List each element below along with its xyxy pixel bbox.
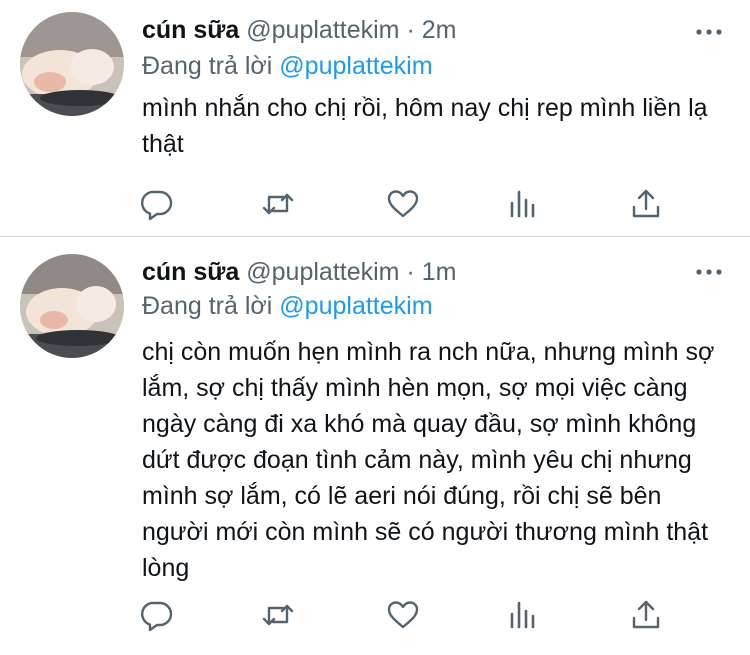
tweet[interactable]: cún sữa @puplattekim · 1m Đang trả lời @… bbox=[0, 237, 750, 655]
stats-button[interactable] bbox=[507, 598, 541, 632]
retweet-icon bbox=[262, 193, 294, 215]
reply-bubble-icon bbox=[141, 190, 173, 221]
reply-button[interactable] bbox=[140, 598, 174, 632]
tweet[interactable]: cún sữa @puplattekim · 2m Đang trả lời @… bbox=[0, 0, 750, 236]
author-name[interactable]: cún sữa bbox=[142, 16, 239, 44]
tweet-actions bbox=[140, 187, 680, 221]
share-icon bbox=[632, 189, 660, 218]
share-icon bbox=[632, 600, 660, 629]
more-dots-icon bbox=[696, 269, 722, 275]
replying-to: Đang trả lời @puplattekim bbox=[142, 288, 433, 324]
avatar[interactable] bbox=[20, 254, 124, 358]
tweet-actions bbox=[140, 598, 680, 632]
tweet-header: cún sữa @puplattekim · 2m bbox=[142, 10, 456, 50]
reply-button[interactable] bbox=[140, 187, 174, 221]
replying-to-label: Đang trả lời bbox=[142, 52, 273, 80]
replying-to-mention[interactable]: @puplattekim bbox=[279, 292, 432, 320]
timestamp[interactable]: 2m bbox=[422, 16, 457, 44]
share-button[interactable] bbox=[629, 187, 663, 221]
heart-icon bbox=[387, 601, 419, 629]
reply-bubble-icon bbox=[141, 601, 173, 632]
author-name[interactable]: cún sữa bbox=[142, 258, 239, 286]
avatar-photo bbox=[20, 12, 124, 116]
stats-bars-icon bbox=[510, 601, 535, 629]
like-button[interactable] bbox=[386, 187, 420, 221]
author-handle[interactable]: @puplattekim bbox=[246, 16, 399, 44]
stats-bars-icon bbox=[510, 190, 535, 218]
retweet-icon bbox=[262, 604, 294, 626]
tweet-header: cún sữa @puplattekim · 1m bbox=[142, 252, 456, 292]
separator-dot: · bbox=[406, 16, 415, 44]
retweet-button[interactable] bbox=[261, 187, 295, 221]
replying-to: Đang trả lời @puplattekim bbox=[142, 48, 433, 84]
separator-dot: · bbox=[406, 258, 415, 286]
tweet-text: chị còn muốn hẹn mình ra nch nữa, nhưng … bbox=[142, 338, 715, 582]
more-dots-icon bbox=[696, 29, 722, 35]
avatar[interactable] bbox=[20, 12, 124, 116]
stats-button[interactable] bbox=[507, 187, 541, 221]
author-handle[interactable]: @puplattekim bbox=[246, 258, 399, 286]
replying-to-mention[interactable]: @puplattekim bbox=[279, 52, 432, 80]
more-options-button[interactable] bbox=[694, 22, 724, 42]
replying-to-label: Đang trả lời bbox=[142, 292, 273, 320]
heart-icon bbox=[387, 190, 419, 218]
tweet-text: mình nhắn cho chị rồi, hôm nay chị rep m… bbox=[142, 94, 708, 158]
avatar-photo bbox=[20, 254, 124, 358]
retweet-button[interactable] bbox=[261, 598, 295, 632]
timestamp[interactable]: 1m bbox=[422, 258, 457, 286]
share-button[interactable] bbox=[629, 598, 663, 632]
more-options-button[interactable] bbox=[694, 262, 724, 282]
like-button[interactable] bbox=[386, 598, 420, 632]
